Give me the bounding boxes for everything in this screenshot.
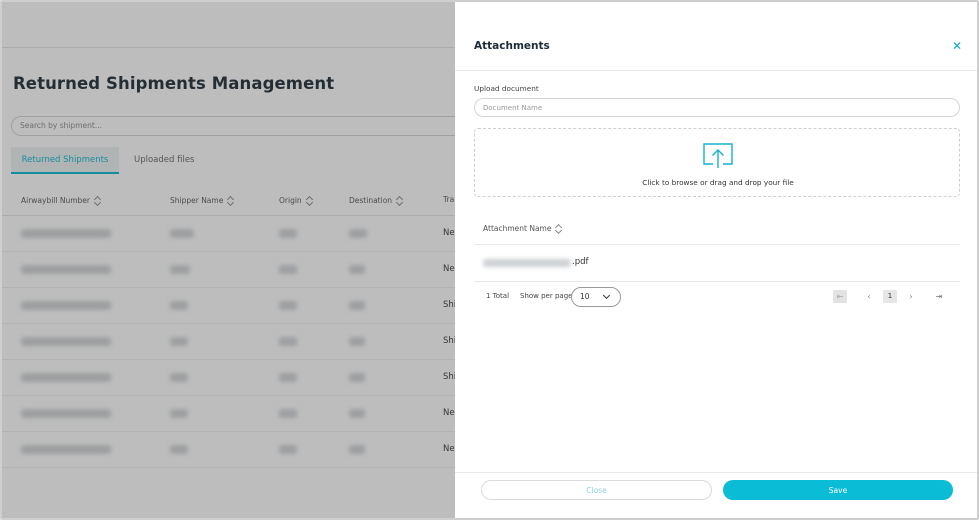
app-window: Returned Shipments Management Search by … — [0, 0, 979, 520]
column-header-attachment-name[interactable]: Attachment Name — [483, 223, 562, 234]
last-page-icon[interactable]: ⇥ — [932, 290, 946, 303]
total-count: 1 Total — [486, 292, 510, 300]
previous-page-icon[interactable]: ‹ — [862, 290, 876, 303]
per-page-value: 10 — [580, 292, 590, 301]
file-dropzone[interactable]: Click to browse or drag and drop your fi… — [474, 128, 960, 197]
modal-title: Attachments — [474, 40, 550, 52]
pagination: 1 Total Show per page 10 ⇤ ‹ 1 › ⇥ — [474, 286, 960, 308]
dropzone-text: Click to browse or drag and drop your fi… — [642, 178, 794, 187]
attachment-file-extension[interactable]: .pdf — [572, 257, 589, 267]
redacted-file-name — [483, 259, 571, 267]
first-page-icon[interactable]: ⇤ — [833, 290, 847, 303]
upload-document-label: Upload document — [474, 84, 539, 93]
attachments-panel: Attachments ✕ Upload document Click to b… — [455, 2, 977, 518]
document-name-input[interactable] — [474, 98, 960, 117]
close-button[interactable]: Close — [481, 480, 712, 500]
attachments-table-header: Attachment Name — [474, 215, 960, 245]
attachment-row[interactable]: .pdf — [474, 245, 960, 282]
divider — [455, 70, 977, 71]
per-page-select[interactable]: 10 — [571, 287, 621, 307]
page-number-button[interactable]: 1 — [883, 290, 897, 303]
next-page-icon[interactable]: › — [904, 290, 918, 303]
save-button[interactable]: Save — [723, 480, 953, 500]
show-per-page-label: Show per page — [520, 292, 573, 300]
close-icon[interactable]: ✕ — [951, 39, 963, 53]
sort-icon — [555, 223, 562, 234]
chevron-down-icon — [602, 291, 611, 300]
upload-icon — [703, 143, 733, 168]
divider — [455, 472, 977, 473]
